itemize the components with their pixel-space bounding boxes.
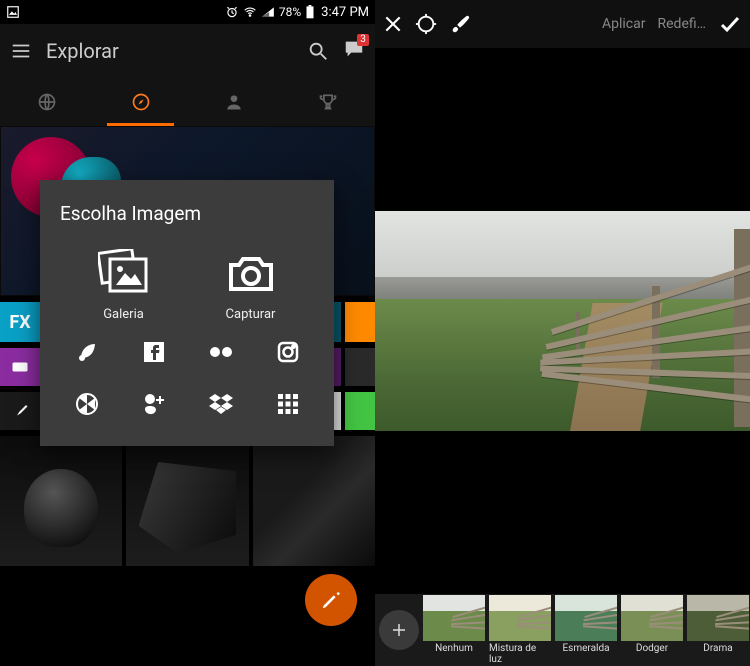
- screen-editor: Aplicar Redefi…: [375, 0, 750, 666]
- person-icon: [224, 92, 244, 112]
- filter-strip: Nenhum Mistura de luz Esmeralda Dodger Drama: [375, 594, 750, 666]
- source-google[interactable]: [142, 392, 166, 420]
- source-gallery[interactable]: Galeria: [98, 249, 150, 322]
- wifi-icon: [243, 5, 257, 19]
- edit-fab[interactable]: [305, 574, 357, 626]
- instagram-icon: [276, 340, 300, 364]
- tab-people[interactable]: [188, 78, 282, 126]
- source-capture[interactable]: Capturar: [225, 249, 277, 322]
- source-instagram[interactable]: [276, 340, 300, 368]
- globe-icon: [37, 92, 57, 112]
- search-icon[interactable]: [307, 40, 329, 62]
- app-header: Explorar 3: [0, 24, 375, 78]
- messages-button[interactable]: 3: [343, 38, 365, 64]
- messages-badge: 3: [357, 34, 369, 46]
- pencil-icon: [320, 589, 342, 611]
- feed-thumb[interactable]: [0, 436, 122, 566]
- feed-thumb[interactable]: [126, 436, 248, 566]
- filter-dodger[interactable]: Dodger: [621, 595, 683, 665]
- brush-chip[interactable]: [0, 392, 40, 430]
- status-bar: 78% 3:47 PM: [0, 0, 375, 24]
- trophy-icon: [318, 92, 338, 112]
- feed-thumb[interactable]: [253, 436, 375, 566]
- choose-image-dialog: Escolha Imagem Galeria C: [40, 180, 334, 446]
- close-icon[interactable]: [383, 14, 403, 34]
- editor-canvas[interactable]: [375, 48, 750, 594]
- flickr-icon: [208, 340, 234, 364]
- dialog-title: Escolha Imagem: [60, 202, 314, 225]
- apply-button[interactable]: Aplicar: [602, 16, 646, 32]
- leaf-icon: [75, 340, 99, 364]
- tab-trophy[interactable]: [281, 78, 375, 126]
- menu-icon[interactable]: [10, 40, 32, 62]
- battery-pct: 78%: [279, 5, 301, 19]
- capture-label: Capturar: [226, 307, 276, 322]
- grid-icon: [276, 392, 300, 416]
- filter-mistura-de-luz[interactable]: Mistura de luz: [489, 595, 551, 665]
- signal-icon: [261, 5, 275, 19]
- filter-chip[interactable]: [0, 348, 40, 386]
- picasa-icon: [75, 392, 99, 416]
- facebook-icon: [142, 340, 166, 364]
- status-time: 3:47 PM: [321, 5, 369, 20]
- brush-icon[interactable]: [449, 13, 471, 35]
- editor-toolbar: Aplicar Redefi…: [375, 0, 750, 48]
- filter-label: Nenhum: [435, 643, 473, 654]
- filter-esmeralda[interactable]: Esmeralda: [555, 595, 617, 665]
- source-more[interactable]: [276, 392, 300, 420]
- fx-chip[interactable]: FX: [0, 302, 40, 342]
- screen-explore: 78% 3:47 PM Explorar 3: [0, 0, 375, 666]
- reset-button[interactable]: Redefi…: [658, 16, 707, 32]
- dropbox-icon: [208, 392, 234, 416]
- edited-photo: [375, 211, 750, 431]
- confirm-icon[interactable]: [718, 12, 742, 36]
- google-icon: [142, 392, 166, 416]
- camera-icon: [225, 249, 277, 297]
- filter-drama[interactable]: Drama: [687, 595, 749, 665]
- source-flickr[interactable]: [208, 340, 234, 368]
- add-filter-button[interactable]: [379, 610, 419, 650]
- tab-global[interactable]: [0, 78, 94, 126]
- top-tabs: [0, 78, 375, 126]
- page-title: Explorar: [46, 39, 119, 63]
- filter-label: Drama: [703, 643, 732, 654]
- tab-explore[interactable]: [94, 78, 188, 126]
- fence-graphic: [540, 211, 750, 431]
- filter-label: Esmeralda: [562, 643, 609, 654]
- battery-icon: [305, 5, 315, 19]
- alarm-icon: [225, 5, 239, 19]
- source-picsart[interactable]: [75, 340, 99, 368]
- gallery-label: Galeria: [103, 307, 144, 322]
- source-facebook[interactable]: [142, 340, 166, 368]
- compass-icon: [131, 92, 151, 112]
- plus-icon: [390, 621, 408, 639]
- source-picasa[interactable]: [75, 392, 99, 420]
- source-dropbox[interactable]: [208, 392, 234, 420]
- filter-nenhum[interactable]: Nenhum: [423, 595, 485, 665]
- picture-indicator-icon: [6, 5, 20, 19]
- filter-label: Mistura de luz: [489, 643, 551, 665]
- filter-label: Dodger: [636, 643, 668, 654]
- gallery-icon: [98, 249, 150, 297]
- target-icon[interactable]: [415, 13, 437, 35]
